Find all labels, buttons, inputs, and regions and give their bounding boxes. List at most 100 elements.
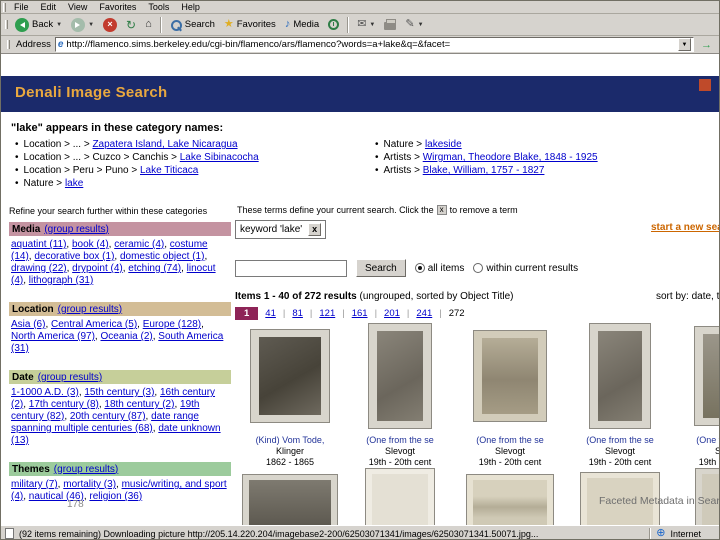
start-new-search-link[interactable]: start a new search	[651, 222, 719, 233]
category-link[interactable]: Blake, William, 1757 - 1827	[423, 165, 545, 176]
result-thumbnail[interactable]	[250, 329, 330, 423]
result-thumbnail[interactable]	[466, 474, 554, 525]
result-thumbnail[interactable]	[365, 468, 435, 525]
facet-value-link[interactable]: aquatint (11)	[11, 239, 66, 250]
menu-favorites[interactable]: Favorites	[93, 2, 142, 12]
back-dropdown-icon[interactable]: ▼	[56, 22, 62, 28]
facet-value-link[interactable]: lithograph (31)	[29, 275, 93, 286]
menu-edit[interactable]: Edit	[35, 2, 63, 12]
result-caption[interactable]: (Kind) Vom Tode, Klinger 1862 - 1865	[256, 435, 325, 468]
menu-tools[interactable]: Tools	[142, 2, 175, 12]
search-input[interactable]	[235, 259, 347, 277]
facet-group-results-link[interactable]: (group results)	[38, 372, 102, 383]
facet-value-link[interactable]: 20th century (87)	[70, 411, 146, 422]
category-link[interactable]: Wirgman, Theodore Blake, 1848 - 1925	[423, 152, 598, 163]
category-link[interactable]: lake	[65, 178, 83, 189]
page-link[interactable]: 201	[384, 308, 400, 319]
facet-value-link[interactable]: etching (74)	[128, 263, 181, 274]
facet-value-link[interactable]: decorative box (1)	[34, 251, 114, 262]
facet-value-link[interactable]: religion (36)	[89, 491, 142, 502]
category-link[interactable]: lakeside	[425, 139, 462, 150]
stop-button[interactable]: ×	[99, 17, 121, 33]
results-summary: Items 1 - 40 of 272 results (ungrouped, …	[235, 291, 719, 302]
result-thumbnail[interactable]	[694, 326, 719, 426]
address-url[interactable]: http://flamenco.sims.berkeley.edu/cgi-bi…	[66, 39, 675, 50]
sort-by-control[interactable]: sort by: date, title	[656, 291, 719, 302]
facet-value-link[interactable]: Oceania (2)	[100, 331, 152, 342]
facet-value-link[interactable]: ceramic (4)	[114, 239, 164, 250]
menu-file[interactable]: File	[8, 2, 35, 12]
facet-value-link[interactable]: 1-1000 A.D. (3)	[11, 387, 79, 398]
facet-value-link[interactable]: domestic object (1)	[120, 251, 204, 262]
forward-button[interactable]: ▼	[67, 17, 98, 33]
radio-all-items-icon[interactable]	[414, 263, 425, 273]
refresh-button[interactable]: ↻	[122, 18, 140, 32]
category-link[interactable]: Lake Sibinacocha	[180, 152, 259, 163]
result-image-cell	[675, 320, 719, 432]
radio-all-items[interactable]: all items	[414, 263, 464, 274]
result-caption-line: (Kind) Vom Tode,	[255, 435, 325, 445]
facet-value-link[interactable]: 18th century (2)	[104, 399, 174, 410]
facet-value-link[interactable]: Europe (128)	[143, 319, 201, 330]
facet-group-results-link[interactable]: (group results)	[58, 304, 122, 315]
result-item	[235, 468, 345, 525]
page-link[interactable]: 121	[319, 308, 335, 319]
facet-value-link[interactable]: 15th century (3)	[84, 387, 154, 398]
address-label: Address	[16, 39, 51, 50]
print-button[interactable]	[380, 18, 400, 31]
page-link[interactable]: 161	[352, 308, 368, 319]
category-path: Nature >	[383, 139, 425, 150]
result-thumbnail[interactable]	[589, 323, 651, 429]
facet-value-link[interactable]: mortality (3)	[63, 479, 116, 490]
media-button[interactable]: ♪ Media	[281, 18, 323, 31]
address-dropdown-button[interactable]: ▼	[678, 38, 691, 51]
facet-value-link[interactable]: book (4)	[72, 239, 109, 250]
result-thumbnail[interactable]	[473, 330, 547, 422]
facet-value-link[interactable]: North America (97)	[11, 331, 95, 342]
facet-group-results-link[interactable]: (group results)	[54, 464, 118, 475]
facet-value-link[interactable]: 17th century (8)	[29, 399, 99, 410]
page-link[interactable]: 241	[416, 308, 432, 319]
favorites-button[interactable]: ★ Favorites	[220, 18, 280, 31]
facet-value-link[interactable]: drawing (22)	[11, 263, 67, 274]
result-thumbnail[interactable]	[368, 323, 432, 429]
history-button[interactable]	[324, 18, 343, 31]
facet-value-link[interactable]: Central America (5)	[51, 319, 137, 330]
mail-button[interactable]: ✉ ▼	[353, 18, 379, 31]
category-link[interactable]: Zapatera Island, Lake Nicaragua	[92, 139, 237, 150]
home-button[interactable]: ⌂	[141, 18, 156, 31]
forward-dropdown-icon[interactable]: ▼	[88, 22, 94, 28]
menu-help[interactable]: Help	[175, 2, 206, 12]
go-button[interactable]: →	[698, 39, 715, 51]
search-button[interactable]: Search	[356, 259, 406, 277]
status-separator	[649, 527, 652, 539]
facet-value-link[interactable]: drypoint (4)	[72, 263, 123, 274]
back-button[interactable]: Back ▼	[11, 17, 66, 33]
result-caption[interactable]: (One from the seSlevogt19th - 20th cent	[586, 435, 654, 468]
remove-keyword-button[interactable]: x	[308, 223, 322, 236]
toolbar-grip[interactable]	[7, 40, 10, 49]
facet-value-link[interactable]: military (7)	[11, 479, 58, 490]
edit-dropdown-icon[interactable]: ▼	[418, 22, 424, 28]
menu-view[interactable]: View	[62, 2, 93, 12]
facet-group-results-link[interactable]: (group results)	[44, 224, 108, 235]
result-thumbnail[interactable]	[242, 474, 338, 525]
category-link[interactable]: Lake Titicaca	[140, 165, 198, 176]
category-path: Location > Peru > Puno >	[23, 165, 140, 176]
radio-within-results[interactable]: within current results	[473, 263, 578, 274]
result-caption[interactable]: (One from the seSlevogt19th - 20th cent	[476, 435, 544, 468]
toolbar-grip[interactable]	[3, 2, 6, 12]
mail-dropdown-icon[interactable]: ▼	[369, 22, 375, 28]
browser-window: File Edit View Favorites Tools Help Back ▼ ▼ …	[0, 0, 720, 540]
facet-value-link[interactable]: Asia (6)	[11, 319, 45, 330]
page-link[interactable]: 41	[265, 308, 276, 319]
edit-button[interactable]: ✎ ▼	[401, 18, 427, 31]
page-link[interactable]: 81	[292, 308, 303, 319]
search-toolbar-button[interactable]: Search	[166, 18, 219, 32]
result-caption[interactable]: (One from the seSlevogt19th - 20th cent	[366, 435, 434, 468]
result-caption[interactable]: (One from the seSlevogt19th - 20th cent	[696, 435, 719, 468]
facet-title: Media	[12, 223, 41, 235]
address-input[interactable]: e http://flamenco.sims.berkeley.edu/cgi-…	[54, 37, 694, 52]
toolbar-grip[interactable]	[5, 20, 8, 29]
radio-within-results-icon[interactable]	[473, 263, 484, 273]
